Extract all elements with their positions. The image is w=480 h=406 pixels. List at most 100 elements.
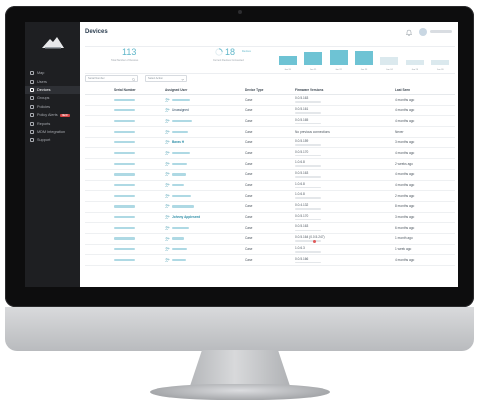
stats-panel: 113 Total Number of Devices 18 Devices C… (85, 46, 455, 74)
assigned-user[interactable]: Baras H (172, 140, 184, 144)
user-icon (165, 151, 170, 155)
activity-bar (278, 56, 297, 65)
action-select[interactable]: Select Action (145, 75, 187, 82)
serial-number-blurred[interactable] (114, 130, 135, 133)
assigned-user[interactable]: Unassigned (172, 108, 189, 112)
assigned-user-blurred[interactable] (172, 151, 190, 155)
sidebar-item-support[interactable]: Support (25, 136, 80, 144)
activity-bar (380, 56, 399, 65)
table-row[interactable]: Case 0.0.5.163 4 months ago (85, 170, 455, 181)
firmware-version: 0.0.5.164 (0.0.5.247) (295, 235, 325, 240)
serial-search-input[interactable]: Serial Number (85, 75, 138, 82)
last-seen: 6 months ago (395, 225, 415, 230)
column-header[interactable]: Serial Number (114, 88, 136, 92)
sidebar-item-policy-alerts[interactable]: Policy Alerts NEW (25, 111, 80, 119)
assigned-user-blurred[interactable] (172, 205, 194, 208)
table-row[interactable]: Baras H Case 0.0.5.159 3 months ago (85, 138, 455, 149)
table-row[interactable]: Case 1.0.6.8 2 weeks ago (85, 159, 455, 170)
support-icon (30, 138, 34, 143)
connected-devices-unit: Devices (242, 50, 251, 53)
devices-icon (30, 87, 34, 92)
assigned-user-blurred[interactable] (172, 184, 184, 187)
assigned-user-blurred[interactable] (172, 98, 190, 101)
brand-logo-icon (42, 37, 64, 49)
firmware-detail-blurred (295, 165, 321, 168)
table-row[interactable]: Case 0.0.5.165 4 months ago (85, 116, 455, 128)
user-icon (165, 119, 170, 123)
serial-number-blurred[interactable] (114, 98, 135, 101)
sidebar-item-policies[interactable]: Policies (25, 103, 80, 111)
alerts-icon (30, 113, 34, 118)
table-row[interactable]: Johnny Appleseed Case 0.0.5.170 3 months ag… (85, 213, 455, 224)
serial-number-blurred[interactable] (114, 248, 135, 251)
assigned-user[interactable]: Johnny Appleseed (172, 215, 200, 219)
assigned-user-blurred[interactable] (172, 194, 191, 197)
sidebar-item-devices[interactable]: Devices (25, 85, 80, 95)
serial-number-blurred[interactable] (114, 109, 135, 112)
device-type: Case (245, 225, 253, 230)
serial-number-blurred[interactable] (114, 184, 135, 187)
sidebar-item-map[interactable]: Map (25, 69, 80, 77)
assigned-user-blurred[interactable] (172, 162, 187, 165)
sidebar-item-label: Policy Alerts (37, 113, 58, 118)
device-type: Case (245, 161, 253, 166)
device-type: Case (245, 193, 253, 198)
serial-number-blurred[interactable] (114, 173, 135, 176)
assigned-user-blurred[interactable] (172, 119, 192, 123)
table-row[interactable]: Case 1.0.6.3 1 week ago (85, 245, 455, 256)
user-icon (165, 183, 170, 188)
last-seen: 4 months ago (395, 97, 415, 102)
firmware-version: No previous connections (295, 129, 330, 134)
assigned-user-blurred[interactable] (172, 226, 189, 229)
sidebar-item-label: Groups (37, 96, 50, 101)
column-header[interactable]: Assigned User (165, 88, 187, 92)
user-name-blurred[interactable] (430, 30, 452, 33)
table-row[interactable]: Unassigned Case 0.0.5.161 4 months ago (85, 106, 455, 117)
table-row[interactable]: Case No previous connections Never (85, 127, 455, 138)
serial-number-blurred[interactable] (114, 141, 135, 144)
serial-number-blurred[interactable] (114, 237, 135, 240)
activity-bar (304, 52, 323, 65)
table-row[interactable]: Case 1.0.6.8 2 months ago (85, 191, 455, 202)
groups-icon (30, 96, 34, 101)
serial-number-blurred[interactable] (114, 258, 135, 261)
serial-number-blurred[interactable] (114, 119, 135, 123)
activity-bar-label: Jan 20 (284, 69, 291, 71)
sidebar-item-mdm-integration[interactable]: MDM Integration (25, 128, 80, 136)
serial-number-blurred[interactable] (114, 162, 135, 165)
column-header[interactable]: Firmware Versions (295, 88, 323, 92)
assigned-user-blurred[interactable] (172, 237, 184, 240)
serial-number-blurred[interactable] (114, 151, 135, 155)
user-icon (165, 161, 170, 166)
user-avatar[interactable] (419, 28, 427, 36)
serial-number-blurred[interactable] (114, 216, 135, 219)
notification-bell-icon[interactable] (406, 29, 412, 36)
table-row[interactable]: Case 0.0.5.164 (0.0.5.247) 1 month ago (85, 234, 455, 245)
table-row[interactable]: Case 0.0.5.163 6 months ago (85, 223, 455, 234)
user-icon (165, 108, 170, 113)
serial-number-blurred[interactable] (114, 205, 135, 208)
sidebar-item-groups[interactable]: Groups (25, 94, 80, 102)
assigned-user-blurred[interactable] (172, 173, 186, 176)
assigned-user-blurred[interactable] (172, 258, 186, 261)
table-row[interactable]: Case 1.0.6.8 4 months ago (85, 181, 455, 192)
policies-icon (30, 104, 34, 109)
column-header[interactable]: Last Seen (395, 88, 410, 92)
page-title: Devices (85, 29, 108, 35)
monitor-stand-neck (190, 350, 290, 386)
firmware-detail-blurred (295, 208, 321, 210)
table-row[interactable]: Case 0.0.5.170 4 months ago (85, 148, 455, 160)
assigned-user-blurred[interactable] (172, 130, 188, 133)
table-row[interactable]: Case 0.0.5.166 4 months ago (85, 255, 455, 266)
table-row[interactable]: Case 0.0.4.132 8 months ago (85, 202, 455, 213)
serial-number-blurred[interactable] (114, 226, 135, 229)
serial-number-blurred[interactable] (114, 194, 135, 197)
new-badge: NEW (59, 113, 70, 117)
assigned-user-blurred[interactable] (172, 248, 187, 251)
firmware-detail-blurred (295, 101, 321, 103)
device-type: Case (245, 172, 253, 177)
table-row[interactable]: Case 0.0.5.163 4 months ago (85, 95, 455, 106)
sidebar-item-users[interactable]: Users (25, 77, 80, 85)
column-header[interactable]: Device Type (245, 88, 263, 92)
sidebar-item-reports[interactable]: Reports (25, 119, 80, 127)
